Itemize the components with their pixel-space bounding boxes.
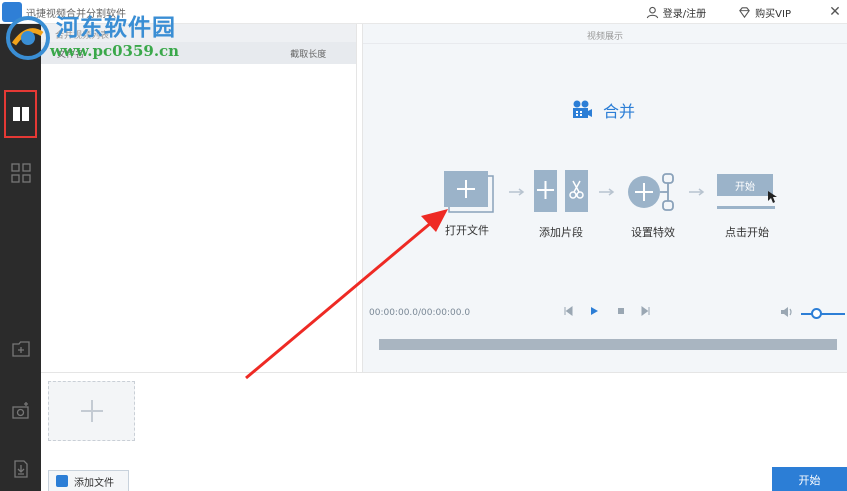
close-icon: ✕	[829, 4, 841, 20]
step-arrow-icon	[599, 188, 615, 199]
diamond-icon	[739, 6, 751, 18]
sidebar-item-merge[interactable]	[4, 90, 37, 138]
step-open-file-label: 打开文件	[445, 224, 489, 237]
folder-add-icon	[11, 340, 30, 357]
mode-title-text: 合并	[603, 102, 636, 121]
merge-list-panel: 合并视频列表 文件名 截取长度	[41, 24, 357, 372]
cursor-icon	[768, 191, 777, 203]
video-camera-icon	[573, 100, 592, 118]
volume-icon	[781, 307, 792, 317]
vip-label: 购买VIP	[755, 8, 791, 20]
sidebar-item-add-folder[interactable]	[4, 332, 37, 365]
play-icon	[591, 307, 598, 315]
next-frame-button[interactable]	[641, 306, 651, 319]
top-actions: 登录/注册 购买VIP ✕	[646, 0, 847, 24]
effects-step-icon	[628, 173, 674, 211]
sidebar-item-screenshot[interactable]	[4, 394, 37, 427]
start-step-bar	[717, 206, 775, 209]
next-frame-icon	[641, 306, 650, 316]
step-start-label: 点击开始	[725, 226, 769, 239]
buy-vip-button[interactable]: 购买VIP	[738, 5, 791, 20]
camera-add-icon	[11, 401, 29, 419]
sidebar-item-export[interactable]	[4, 452, 37, 485]
title-bar: 迅捷视频合并分割软件 登录/注册 购买VIP ✕	[0, 0, 847, 24]
column-file-name: 文件名	[57, 49, 85, 60]
preview-panel: 视频展示 合并 打开文件 添加片段 设置特效 开始 点击开始 00:00:00.…	[362, 24, 847, 372]
user-icon	[646, 6, 658, 18]
add-file-button[interactable]: 添加文件	[48, 470, 129, 491]
sidebar-item-split[interactable]	[4, 156, 37, 189]
add-file-icon	[56, 475, 68, 487]
stop-icon	[618, 308, 624, 314]
play-button[interactable]	[589, 306, 599, 319]
prev-frame-button[interactable]	[563, 306, 573, 319]
login-button[interactable]: 登录/注册	[646, 5, 706, 20]
preview-header: 视频展示	[363, 24, 847, 44]
merge-icon	[12, 105, 29, 123]
download-icon	[13, 459, 28, 478]
app-title: 迅捷视频合并分割软件	[26, 9, 126, 20]
column-duration: 截取长度	[290, 49, 327, 60]
playback-progress-bar[interactable]	[379, 339, 837, 350]
mode-title: 合并	[571, 98, 635, 122]
grid-icon	[10, 162, 31, 183]
list-column-header: 文件名 截取长度	[41, 42, 356, 64]
step-arrow-icon	[509, 188, 525, 199]
add-file-label: 添加文件	[74, 477, 114, 489]
close-button[interactable]: ✕	[823, 0, 847, 24]
volume-button[interactable]	[780, 306, 794, 321]
prev-frame-icon	[564, 306, 573, 316]
volume-slider-knob[interactable]	[810, 308, 822, 319]
add-clip-step-icon	[534, 170, 588, 212]
merge-list-header: 合并视频列表	[41, 24, 356, 42]
app-logo-icon	[2, 2, 22, 22]
add-clip-slot[interactable]	[48, 381, 135, 441]
step-effects-label: 设置特效	[631, 226, 675, 239]
volume-slider-track[interactable]	[801, 313, 845, 315]
login-label: 登录/注册	[662, 8, 707, 20]
stop-button[interactable]	[616, 306, 626, 319]
plus-icon	[80, 400, 103, 422]
open-file-step-icon	[444, 171, 494, 213]
step-add-clip-label: 添加片段	[539, 226, 583, 239]
start-button[interactable]: 开始	[772, 467, 847, 491]
start-step-icon: 开始	[717, 174, 773, 196]
bottom-area: 添加文件 开始	[41, 372, 847, 491]
sidebar	[0, 24, 41, 491]
step-arrow-icon	[689, 188, 705, 199]
playback-time: 00:00:00.0/00:00:00.0	[369, 308, 471, 318]
